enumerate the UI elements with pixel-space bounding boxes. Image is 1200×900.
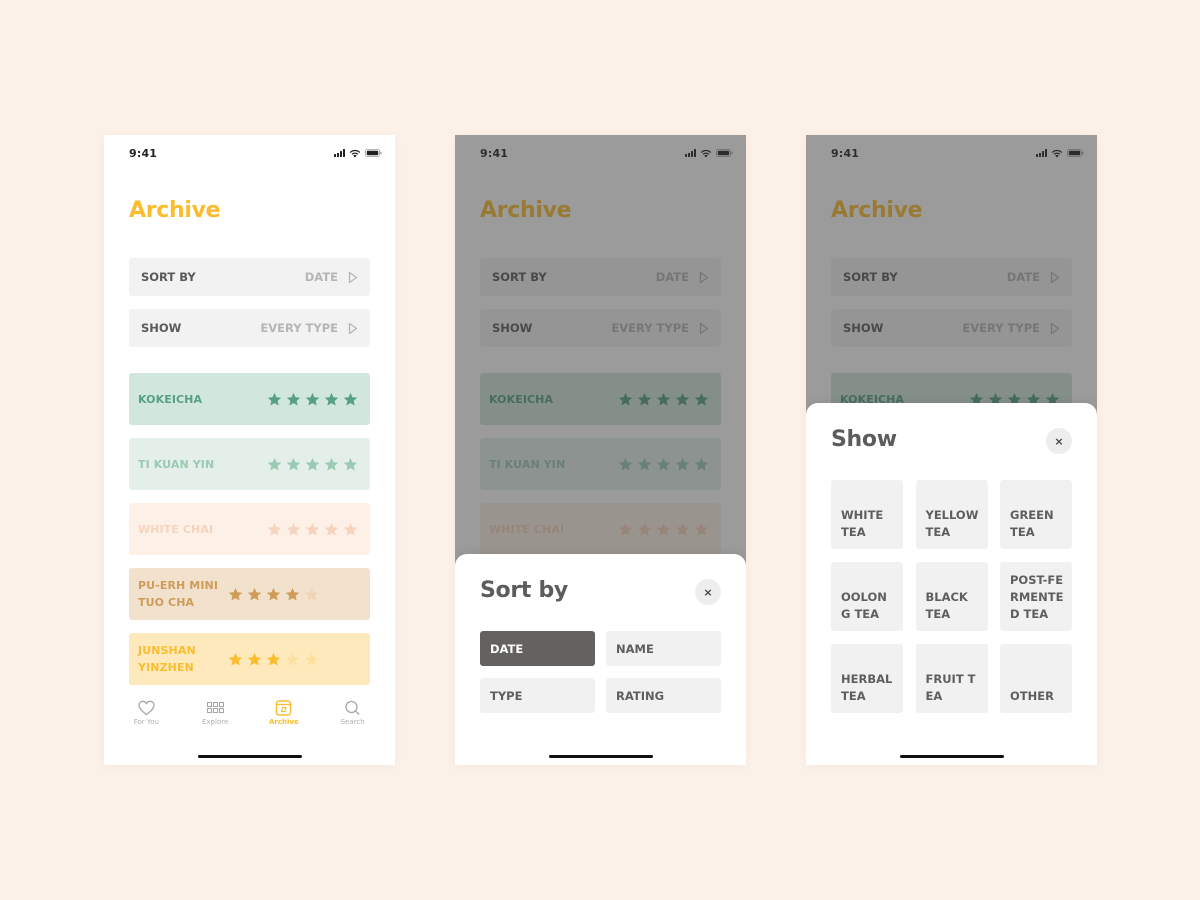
- status-bar: 9:41: [129, 145, 382, 161]
- archive-screen: 9:41 Archive SORT BY DATE SHOW EVERY TYP…: [104, 135, 395, 765]
- star-filled-icon: [305, 522, 320, 536]
- sort-option-name[interactable]: NAME: [606, 631, 721, 666]
- grid-icon: [206, 702, 224, 713]
- tea-card[interactable]: WHITE CHAI: [129, 503, 370, 555]
- type-option-oolong-tea[interactable]: OOLONG TEA: [831, 562, 903, 631]
- tab-explore[interactable]: Explore: [185, 700, 245, 726]
- type-option-green-tea[interactable]: GREEN TEA: [1000, 480, 1072, 549]
- type-option-other[interactable]: OTHER: [1000, 644, 1072, 713]
- tea-card[interactable]: KOKEICHA: [129, 373, 370, 425]
- sheet-title: Show: [831, 427, 897, 452]
- star-filled-icon: [343, 392, 358, 406]
- type-option-black-tea[interactable]: BLACK TEA: [915, 562, 988, 631]
- type-option-herbal-tea[interactable]: HERBAL TEA: [831, 644, 903, 713]
- sort-option-type[interactable]: TYPE: [480, 678, 595, 713]
- star-empty-icon: [304, 652, 319, 666]
- tea-card[interactable]: PU-ERH MINI TUO CHA: [129, 568, 370, 620]
- star-filled-icon: [343, 457, 358, 471]
- close-button[interactable]: ×: [695, 579, 721, 605]
- sort-option-date[interactable]: DATE: [480, 631, 595, 666]
- tab-search[interactable]: Search: [323, 700, 383, 726]
- tab-label: For You: [133, 718, 159, 726]
- tab-bar: For You Explore Archive Search: [104, 690, 395, 740]
- star-filled-icon: [286, 457, 301, 471]
- star-filled-icon: [286, 392, 301, 406]
- star-filled-icon: [228, 587, 243, 601]
- type-option-white-tea[interactable]: WHITE TEA: [831, 480, 903, 549]
- star-filled-icon: [285, 587, 300, 601]
- type-options: WHITE TEA YELLOW TEA GREEN TEA OOLONG TEA BL…: [831, 480, 1072, 713]
- tea-name: WHITE CHAI: [138, 522, 214, 536]
- star-empty-icon: [304, 587, 319, 601]
- home-indicator: [549, 755, 653, 758]
- close-icon: ×: [1054, 434, 1064, 448]
- status-icons: [334, 149, 382, 158]
- star-filled-icon: [266, 587, 281, 601]
- sheet-title: Sort by: [480, 578, 568, 603]
- show-value: EVERY TYPE: [260, 321, 338, 335]
- star-filled-icon: [305, 457, 320, 471]
- type-option-yellow-tea[interactable]: YELLOW TEA: [915, 480, 988, 549]
- star-rating: [267, 522, 358, 536]
- tab-label: Search: [340, 718, 365, 726]
- star-rating: [228, 587, 319, 601]
- sort-by-screen: 9:41 Archive SORT BY DATE SHOW EVERY TYP…: [455, 135, 746, 765]
- close-button[interactable]: ×: [1046, 428, 1072, 454]
- tab-label: Archive: [269, 718, 299, 726]
- home-indicator: [198, 755, 302, 758]
- tea-card[interactable]: TI KUAN YIN: [129, 438, 370, 490]
- heart-icon: [138, 700, 155, 716]
- tea-card[interactable]: JUNSHAN YINZHEN: [129, 633, 370, 685]
- status-time: 9:41: [129, 146, 158, 160]
- sort-by-row[interactable]: SORT BY DATE: [129, 258, 370, 296]
- sort-options: DATE NAME TYPE RATING: [480, 631, 721, 713]
- tab-for-you[interactable]: For You: [116, 700, 176, 726]
- chevron-right-icon: [348, 271, 358, 284]
- wifi-icon: [349, 149, 361, 158]
- star-filled-icon: [267, 522, 282, 536]
- tea-name: TI KUAN YIN: [138, 457, 215, 471]
- tea-name: JUNSHAN YINZHEN: [138, 644, 196, 674]
- battery-icon: [365, 149, 382, 157]
- show-row[interactable]: SHOW EVERY TYPE: [129, 309, 370, 347]
- show-sheet: Show × WHITE TEA YELLOW TEA GREEN TEA OOLON…: [806, 403, 1097, 765]
- sort-by-sheet: Sort by × DATE NAME TYPE RATING: [455, 554, 746, 765]
- sort-option-rating[interactable]: RATING: [606, 678, 721, 713]
- cellular-signal-icon: [334, 149, 345, 157]
- star-filled-icon: [324, 457, 339, 471]
- archive-box-icon: [276, 700, 292, 716]
- close-icon: ×: [703, 585, 713, 599]
- page-title: Archive: [129, 198, 221, 223]
- show-label: SHOW: [141, 321, 182, 335]
- tea-name: KOKEICHA: [138, 392, 203, 406]
- sort-by-label: SORT BY: [141, 270, 196, 284]
- star-filled-icon: [228, 652, 243, 666]
- type-option-post-fermented-tea[interactable]: POST-FERMENTED TEA: [1000, 562, 1072, 631]
- type-option-fruit-tea[interactable]: FRUIT TEA: [915, 644, 988, 713]
- star-filled-icon: [267, 457, 282, 471]
- star-filled-icon: [343, 522, 358, 536]
- sort-by-value: DATE: [304, 270, 338, 284]
- tea-name: PU-ERH MINI TUO CHA: [138, 579, 219, 609]
- tab-label: Explore: [201, 718, 229, 726]
- star-rating: [267, 457, 358, 471]
- star-filled-icon: [247, 652, 262, 666]
- star-filled-icon: [266, 652, 281, 666]
- show-type-screen: 9:41 Archive SORT BY DATE SHOW EVERY TYP…: [806, 135, 1097, 765]
- star-filled-icon: [247, 587, 262, 601]
- star-filled-icon: [324, 522, 339, 536]
- star-filled-icon: [305, 392, 320, 406]
- star-empty-icon: [285, 652, 300, 666]
- star-filled-icon: [324, 392, 339, 406]
- home-indicator: [900, 755, 1004, 758]
- star-filled-icon: [286, 522, 301, 536]
- star-filled-icon: [267, 392, 282, 406]
- chevron-right-icon: [348, 322, 358, 335]
- search-icon: [345, 700, 360, 715]
- tab-archive[interactable]: Archive: [254, 700, 314, 726]
- star-rating: [267, 392, 358, 406]
- star-rating: [228, 652, 319, 666]
